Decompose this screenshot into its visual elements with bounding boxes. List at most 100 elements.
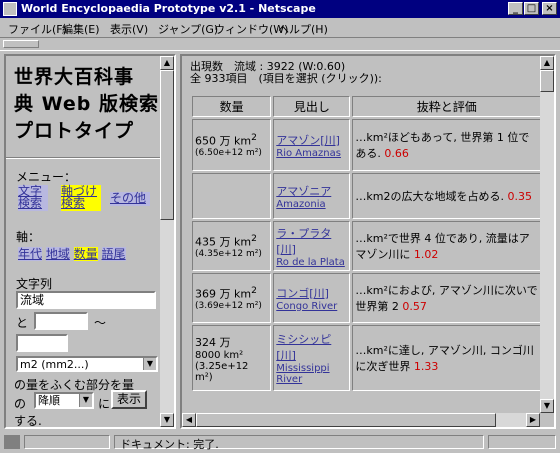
scroll-thumb[interactable] [540, 70, 554, 92]
header-excerpt: 抜粋と評価 [352, 96, 541, 117]
scroll-thumb[interactable] [160, 70, 174, 220]
menu-help[interactable]: ヘルプ(H) [278, 21, 328, 37]
progress-bar [24, 435, 110, 449]
right-hscrollbar[interactable]: ◀ ▶ [182, 413, 540, 427]
qty-sub: 8000 km² (3.25e+12 m²) [195, 349, 249, 383]
score: 0.57 [402, 300, 427, 313]
left-scrollbar[interactable]: ▲ ▼ [160, 56, 174, 427]
excerpt-text: …km²で世界 4 位であり, 流量はアマゾン川に [355, 232, 530, 261]
summary-line-2: 全 933項目 (項目を選択 (クリック)): [190, 72, 382, 85]
order-select[interactable]: 降順 ▼ [34, 392, 94, 409]
qty-value: 324 万 [195, 335, 231, 349]
excerpt-cell: …km²で世界 4 位であり, 流量はアマゾン川に 1.02 [352, 221, 541, 271]
results-table-wrap: 数量 見出し 抜粋と評価 N 650 万 km2(6.50e+12 m²) アマ… [190, 94, 546, 412]
heading-en-link[interactable]: Mississippi River [276, 363, 347, 385]
chevron-down-icon[interactable]: ▼ [143, 358, 156, 370]
qty-value: 369 万 km [195, 287, 252, 301]
qty-cell: 650 万 km2 (6.50e+12 m²) [192, 119, 272, 171]
menu-bar: ファイル(F) 編集(E) 表示(V) ジャンプ(G) ウィンドウ(W) ヘルプ… [0, 19, 560, 37]
show-button[interactable]: 表示 [111, 390, 147, 409]
axis-suffix[interactable]: 語尾 [101, 247, 126, 261]
menu-axis-search[interactable]: 軸づけ 検索 [61, 185, 101, 211]
scroll-right-icon[interactable]: ▶ [526, 413, 540, 427]
heading-link[interactable]: ミシシッピ[川] [276, 331, 347, 363]
heading-en-link[interactable]: Rio Amaznas [276, 148, 347, 159]
axis-quantity[interactable]: 数量 [73, 247, 98, 261]
excerpt-cell: …km2の広大な地域を占める. 0.35 [352, 173, 541, 219]
heading-en-link[interactable]: Amazonia [276, 199, 347, 210]
menu-other[interactable]: その他 [110, 192, 150, 206]
heading-link[interactable]: ラ・プラタ[川] [276, 225, 347, 257]
netscape-icon [3, 2, 17, 16]
scroll-up-icon[interactable]: ▲ [540, 56, 554, 70]
table-row: 369 万 km2 (3.69e+12 m²) コンゴ[川] Congo River… [192, 273, 546, 323]
heading-link[interactable]: アマゾン[川] [276, 132, 347, 148]
heading-en-link[interactable]: Ro de la Plata [276, 257, 347, 268]
status-icons [488, 435, 556, 449]
excerpt-cell: …km²に達し, アマゾン川, コンゴ川に次ぎ世界 1.33 [352, 325, 541, 391]
qty-value: 435 万 km [195, 235, 252, 249]
menu-file[interactable]: ファイル(F) [8, 21, 67, 37]
unit-select-value: m2 (mm2...) [20, 358, 89, 371]
heading-cell: ラ・プラタ[川] Ro de la Plata [273, 221, 351, 271]
unit-select[interactable]: m2 (mm2...) ▼ [16, 356, 158, 372]
score: 1.33 [413, 360, 439, 373]
toolbar-grip[interactable] [3, 40, 39, 48]
menu-text-search-l2: 検索 [18, 196, 43, 210]
maximize-button[interactable]: □ [524, 2, 539, 15]
string-input[interactable]: 流域 [16, 291, 156, 309]
excerpt-text: …km²に達し, アマゾン川, コンゴ川に次ぎ世界 [355, 344, 534, 373]
heading-link[interactable]: コンゴ[川] [276, 285, 347, 301]
title-bar: World Encyclopaedia Prototype v2.1 - Net… [0, 0, 560, 18]
excerpt-text: …km²におよび, アマゾン川に次いで世界第 2 [355, 284, 538, 313]
left-frame: 世界大百科事 典 Web 版検索 プロトタイプ メニュー： 文字 検索 軸づけ … [4, 54, 176, 429]
axis-region[interactable]: 地域 [45, 247, 70, 261]
menu-go[interactable]: ジャンプ(G) [158, 21, 218, 37]
menu-view[interactable]: 表示(V) [110, 21, 148, 37]
hscroll-thumb[interactable] [196, 413, 496, 427]
qty-sub: (3.69e+12 m²) [195, 301, 262, 312]
status-bar [0, 432, 560, 453]
no-label: の [14, 397, 27, 411]
minimize-button[interactable]: _ [508, 2, 523, 15]
qty-cell: 324 万 8000 km² (3.25e+12 m²) [192, 325, 272, 391]
menu-axis-search-l2: 検索 [61, 196, 86, 210]
security-icon[interactable] [4, 435, 20, 449]
chevron-down-icon[interactable]: ▼ [79, 394, 92, 407]
table-row: 435 万 km2 (4.35e+12 m²) ラ・プラタ[川] Ro de la … [192, 221, 546, 271]
right-scrollbar[interactable]: ▲ ▼ [540, 56, 554, 413]
scroll-left-icon[interactable]: ◀ [182, 413, 196, 427]
heading-cell: アマゾン[川] Rio Amaznas [273, 119, 351, 171]
score: 0.35 [507, 190, 533, 203]
heading-cell: アマゾニア Amazonia [273, 173, 351, 219]
menu-label: メニュー： [16, 170, 77, 184]
axis-items: 年代 地域 数量 語尾 [18, 245, 126, 262]
heading-en-link[interactable]: Congo River [276, 301, 347, 312]
table-row: 650 万 km2 (6.50e+12 m²) アマゾン[川] Rio Amazna… [192, 119, 546, 171]
qty-value: 650 万 km [195, 134, 252, 148]
heading-link[interactable]: アマゾニア [276, 183, 347, 199]
score: 0.66 [384, 147, 409, 160]
table-row: 324 万 8000 km² (3.25e+12 m²) ミシシッピ[川] Miss… [192, 325, 546, 391]
suru-label: する. [14, 414, 42, 428]
axis-label: 軸： [16, 230, 41, 244]
excerpt-cell: …km²におよび, アマゾン川に次いで世界第 2 0.57 [352, 273, 541, 323]
heading-cell: コンゴ[川] Congo River [273, 273, 351, 323]
qty-cell: 435 万 km2 (4.35e+12 m²) [192, 221, 272, 271]
excerpt-text: …km²ほどもあって, 世界第 1 位である. [355, 131, 530, 160]
menu-edit[interactable]: 編集(E) [62, 21, 100, 37]
scroll-down-icon[interactable]: ▼ [160, 413, 174, 427]
heading-cell: ミシシッピ[川] Mississippi River [273, 325, 351, 391]
table-row: アマゾニアAmazonia …km2の広大な地域を占める. 0.35 1 [192, 173, 546, 219]
max-input[interactable] [16, 334, 68, 352]
scroll-up-icon[interactable]: ▲ [160, 56, 174, 70]
divider [6, 157, 174, 159]
order-select-value: 降順 [38, 394, 60, 407]
axis-era[interactable]: 年代 [18, 247, 43, 261]
min-input[interactable] [34, 312, 88, 330]
menu-text-search[interactable]: 文字 検索 [18, 185, 48, 211]
close-button[interactable]: × [542, 2, 557, 15]
table-header: 数量 見出し 抜粋と評価 N [192, 96, 546, 117]
window-title: World Encyclopaedia Prototype v2.1 - Net… [21, 2, 316, 15]
scroll-down-icon[interactable]: ▼ [540, 399, 554, 413]
